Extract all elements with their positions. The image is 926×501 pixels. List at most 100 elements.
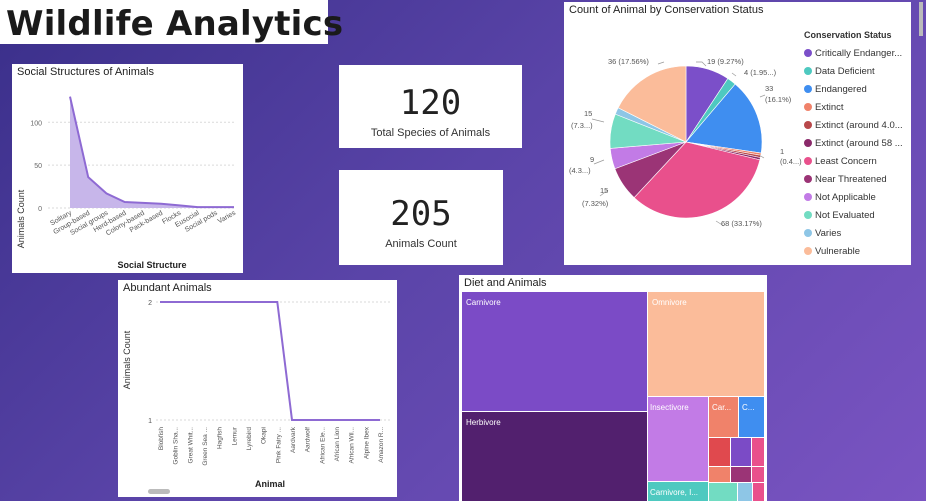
social-x-tick: Varies [217, 209, 238, 225]
legend-label: Least Concern [815, 155, 877, 167]
abundant-x-tick: African Ele... [319, 427, 326, 464]
pie-legend-item[interactable]: Near Threatened [804, 170, 903, 188]
legend-swatch [804, 103, 812, 111]
pie-legend-item[interactable]: Vulnerable [804, 242, 903, 260]
abundant-horizontal-scrollbar[interactable] [148, 489, 170, 494]
legend-swatch [804, 211, 812, 219]
legend-swatch [804, 139, 812, 147]
pie-legend-item[interactable]: Critically Endanger... [804, 44, 903, 62]
treemap-cell-small[interactable] [709, 483, 737, 501]
abundant-x-tick: Lemur [231, 426, 238, 445]
legend-label: Not Applicable [815, 191, 876, 203]
pie-label: 15 [584, 109, 592, 118]
abundant-x-tick: Aardwolf [305, 427, 312, 452]
abundant-x-tick: Amazon R... [378, 427, 385, 463]
legend-swatch [804, 121, 812, 129]
pie-label: 68 (33.17%) [721, 219, 762, 228]
treemap-cell-carnivore[interactable] [462, 292, 647, 411]
treemap-label-carnivore-insectivore: Carnivore, I... [650, 488, 698, 497]
pie-legend: Conservation Status Critically Endanger.… [804, 30, 903, 260]
legend-label: Critically Endanger... [815, 47, 903, 59]
pie-label: 1 [780, 147, 784, 156]
pie-chart-svg: 19 (9.27%) 4 (1.95...) 33 (16.1%) 1 (0.4… [569, 57, 802, 228]
legend-swatch [804, 175, 812, 183]
kpi-species-value: 120 [399, 83, 462, 123]
legend-label: Extinct [815, 101, 844, 113]
abundant-x-tick: Hagfish [217, 427, 224, 449]
pie-legend-item[interactable]: Extinct [804, 98, 903, 116]
pie-label: 15 [600, 186, 608, 195]
treemap-cell-small[interactable] [738, 483, 752, 501]
pie-label: (16.1%) [765, 95, 792, 104]
diet-treemap-card[interactable]: Diet and Animals Carnivore Herbivore Omn… [459, 275, 767, 501]
legend-swatch [804, 67, 812, 75]
abundant-line [160, 301, 380, 421]
treemap-cell-small[interactable] [709, 467, 730, 482]
treemap-label-herbivore: Herbivore [466, 418, 501, 427]
social-x-axis-title: Social Structure [117, 260, 186, 270]
abundant-y-tick: 1 [148, 418, 152, 425]
kpi-animals-card[interactable]: 205 Animals Count [339, 170, 503, 265]
legend-label: Endangered [815, 83, 867, 95]
legend-swatch [804, 49, 812, 57]
social-chart-svg: 050100 SolitaryGroup-basedSocial groupsH… [16, 96, 238, 270]
treemap-cell-small[interactable] [731, 438, 751, 466]
social-y-tick: 100 [30, 120, 42, 127]
pie-legend-item[interactable]: Not Applicable [804, 188, 903, 206]
abundant-x-axis-title: Animal [255, 479, 285, 489]
abundant-x-tick: Alpine Ibex [363, 426, 370, 459]
legend-label: Vulnerable [815, 245, 861, 257]
pie-label: 19 (9.27%) [707, 57, 744, 66]
banner-scroll-indicator [919, 2, 923, 36]
social-y-tick: 0 [38, 206, 42, 213]
conservation-pie-card[interactable]: Count of Animal by Conservation Status 1… [564, 2, 911, 265]
pie-leader-line [731, 72, 737, 77]
legend-swatch [804, 85, 812, 93]
abundant-y-axis-title: Animals Count [122, 330, 132, 389]
pie-legend-item[interactable]: Data Deficient [804, 62, 903, 80]
treemap-cell-small[interactable] [731, 467, 751, 482]
pie-legend-title: Conservation Status [804, 30, 892, 40]
pie-leader-line [591, 118, 605, 123]
pie-legend-item[interactable]: Not Evaluated [804, 206, 903, 224]
pie-legend-item[interactable]: Extinct (around 58 ... [804, 134, 903, 152]
pie-label: 4 (1.95...) [744, 68, 777, 77]
legend-swatch [804, 193, 812, 201]
social-structures-card[interactable]: Social Structures of Animals 0 50 100 Soli… [12, 64, 243, 273]
treemap-cell-small[interactable] [752, 438, 764, 466]
pie-label: (7.3...) [571, 121, 593, 130]
abundant-chart-svg: 1 2 Blobfish Goblin Sha... Great Whit... Gre… [122, 300, 390, 494]
pie-legend-item[interactable]: Extinct (around 4.0... [804, 116, 903, 134]
abundant-animals-card[interactable]: Abundant Animals 12 Blobfish Goblin Sha..… [118, 280, 397, 497]
kpi-species-label: Total Species of Animals [370, 127, 491, 139]
legend-label: Data Deficient [815, 65, 875, 77]
abundant-x-tick: Blobfish [158, 427, 165, 451]
treemap-label-c: C... [742, 403, 754, 412]
treemap-cell-small[interactable] [752, 467, 764, 482]
pie-leader-line [696, 61, 707, 67]
abundant-y-tick: 2 [148, 300, 152, 307]
treemap-cell-small[interactable] [709, 438, 730, 466]
abundant-x-tick: Lyrebird [246, 427, 253, 451]
page-title-banner: Wildlife Analytics [0, 0, 923, 44]
abundant-x-tick: Goblin Sha... [173, 427, 180, 465]
legend-label: Not Evaluated [815, 209, 875, 221]
abundant-x-tick: African Lion [334, 427, 341, 462]
legend-swatch [804, 247, 812, 255]
pie-legend-item[interactable]: Varies [804, 224, 903, 242]
abundant-x-tick: Aardvark [290, 426, 297, 453]
legend-swatch [804, 157, 812, 165]
social-y-tick: 50 [34, 163, 42, 170]
legend-swatch [804, 229, 812, 237]
abundant-x-tick: Okapi [261, 427, 268, 444]
kpi-species-card[interactable]: 120 Total Species of Animals [339, 65, 522, 148]
pie-legend-item[interactable]: Least Concern [804, 152, 903, 170]
legend-label: Extinct (around 4.0... [815, 119, 903, 131]
treemap-label-carnivore: Carnivore [466, 298, 501, 307]
pie-legend-item[interactable]: Endangered [804, 80, 903, 98]
legend-label: Varies [815, 227, 842, 239]
treemap-cell-small[interactable] [753, 483, 764, 501]
treemap-cell-omnivore[interactable] [648, 292, 764, 396]
legend-label: Extinct (around 58 ... [815, 137, 903, 149]
abundant-x-tick: Green Sea ... [202, 427, 209, 466]
